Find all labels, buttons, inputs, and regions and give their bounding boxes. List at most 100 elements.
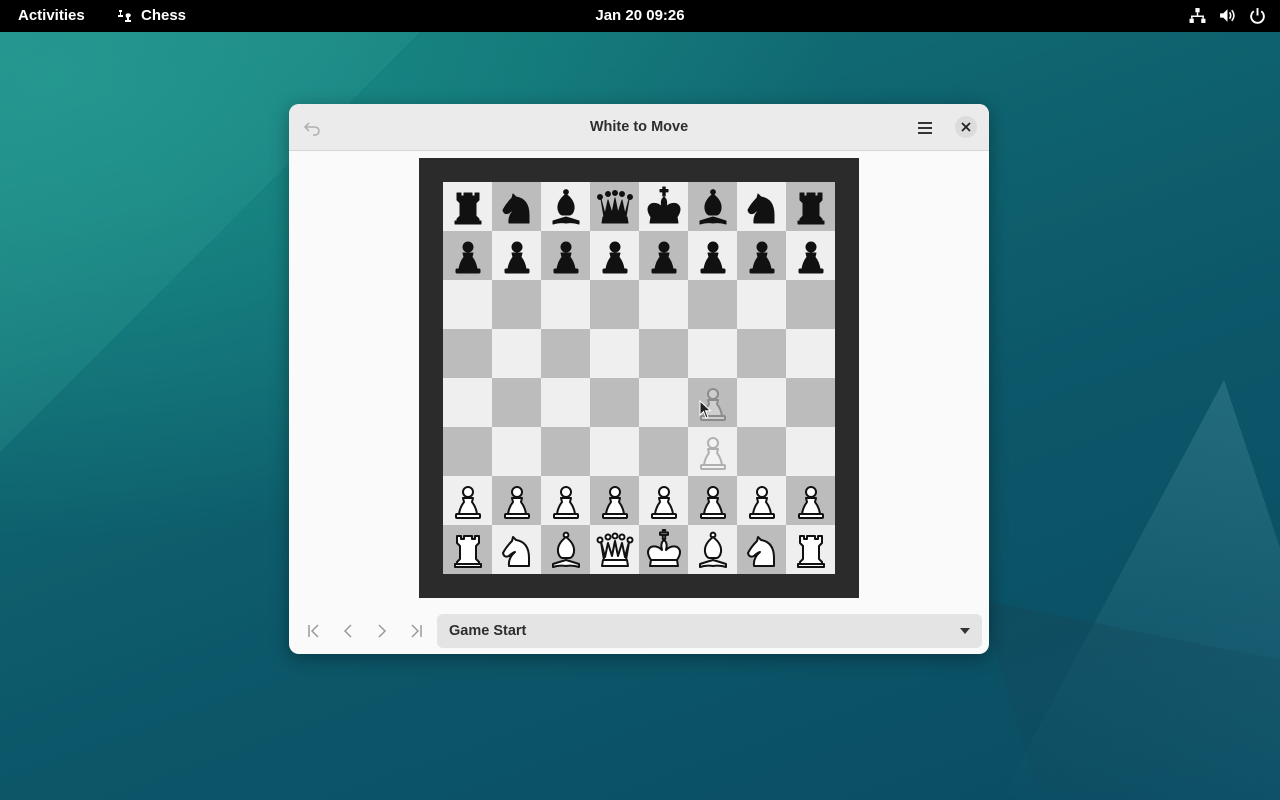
black-knight-icon[interactable]: [740, 185, 784, 229]
square-d7[interactable]: [590, 231, 639, 280]
square-b5[interactable]: [492, 329, 541, 378]
square-f3[interactable]: [688, 427, 737, 476]
square-g2[interactable]: [737, 476, 786, 525]
chess-board[interactable]: [443, 182, 835, 574]
hamburger-menu-icon[interactable]: [915, 118, 935, 138]
white-bishop-icon[interactable]: [544, 528, 588, 572]
square-g4[interactable]: [737, 378, 786, 427]
square-c6[interactable]: [541, 280, 590, 329]
square-g7[interactable]: [737, 231, 786, 280]
white-rook-icon[interactable]: [446, 528, 490, 572]
activities-button[interactable]: Activities: [18, 7, 85, 24]
black-pawn-icon[interactable]: [446, 234, 490, 278]
square-d1[interactable]: [590, 525, 639, 574]
black-pawn-icon[interactable]: [691, 234, 735, 278]
square-h1[interactable]: [786, 525, 835, 574]
white-knight-icon[interactable]: [495, 528, 539, 572]
square-g5[interactable]: [737, 329, 786, 378]
square-b2[interactable]: [492, 476, 541, 525]
white-pawn-icon[interactable]: [593, 479, 637, 523]
square-f7[interactable]: [688, 231, 737, 280]
history-dropdown[interactable]: Game Start: [437, 614, 982, 648]
white-pawn-icon[interactable]: [789, 479, 833, 523]
square-a5[interactable]: [443, 329, 492, 378]
square-h6[interactable]: [786, 280, 835, 329]
square-d4[interactable]: [590, 378, 639, 427]
white-pawn-icon[interactable]: [642, 479, 686, 523]
square-e8[interactable]: [639, 182, 688, 231]
power-icon[interactable]: [1249, 7, 1266, 24]
square-a1[interactable]: [443, 525, 492, 574]
system-tray[interactable]: [1189, 7, 1266, 24]
square-c7[interactable]: [541, 231, 590, 280]
white-rook-icon[interactable]: [789, 528, 833, 572]
square-f2[interactable]: [688, 476, 737, 525]
white-king-icon[interactable]: [642, 528, 686, 572]
white-knight-icon[interactable]: [740, 528, 784, 572]
clock[interactable]: Jan 20 09:26: [595, 7, 684, 24]
next-move-button[interactable]: [365, 614, 399, 648]
first-move-button[interactable]: [297, 614, 331, 648]
square-d2[interactable]: [590, 476, 639, 525]
square-h5[interactable]: [786, 329, 835, 378]
close-button[interactable]: [955, 116, 977, 138]
white-pawn-icon[interactable]: [544, 479, 588, 523]
black-pawn-icon[interactable]: [544, 234, 588, 278]
square-e6[interactable]: [639, 280, 688, 329]
white-bishop-icon[interactable]: [691, 528, 735, 572]
square-d3[interactable]: [590, 427, 639, 476]
square-e1[interactable]: [639, 525, 688, 574]
square-f1[interactable]: [688, 525, 737, 574]
previous-move-button[interactable]: [331, 614, 365, 648]
black-king-icon[interactable]: [642, 185, 686, 229]
black-queen-icon[interactable]: [593, 185, 637, 229]
square-a8[interactable]: [443, 182, 492, 231]
square-g1[interactable]: [737, 525, 786, 574]
square-b7[interactable]: [492, 231, 541, 280]
square-e3[interactable]: [639, 427, 688, 476]
square-a6[interactable]: [443, 280, 492, 329]
square-d6[interactable]: [590, 280, 639, 329]
square-e5[interactable]: [639, 329, 688, 378]
square-h4[interactable]: [786, 378, 835, 427]
black-rook-icon[interactable]: [446, 185, 490, 229]
square-a2[interactable]: [443, 476, 492, 525]
black-pawn-icon[interactable]: [495, 234, 539, 278]
white-queen-icon[interactable]: [593, 528, 637, 572]
black-bishop-icon[interactable]: [544, 185, 588, 229]
network-icon[interactable]: [1189, 7, 1206, 24]
black-pawn-icon[interactable]: [789, 234, 833, 278]
square-b3[interactable]: [492, 427, 541, 476]
square-h2[interactable]: [786, 476, 835, 525]
square-c8[interactable]: [541, 182, 590, 231]
square-h7[interactable]: [786, 231, 835, 280]
square-f6[interactable]: [688, 280, 737, 329]
square-e7[interactable]: [639, 231, 688, 280]
square-h3[interactable]: [786, 427, 835, 476]
square-b1[interactable]: [492, 525, 541, 574]
square-g8[interactable]: [737, 182, 786, 231]
square-c3[interactable]: [541, 427, 590, 476]
square-a3[interactable]: [443, 427, 492, 476]
app-menu-button[interactable]: Chess: [117, 7, 186, 24]
square-a7[interactable]: [443, 231, 492, 280]
square-d5[interactable]: [590, 329, 639, 378]
square-c4[interactable]: [541, 378, 590, 427]
black-pawn-icon[interactable]: [740, 234, 784, 278]
black-knight-icon[interactable]: [495, 185, 539, 229]
black-rook-icon[interactable]: [789, 185, 833, 229]
square-b4[interactable]: [492, 378, 541, 427]
square-d8[interactable]: [590, 182, 639, 231]
square-a4[interactable]: [443, 378, 492, 427]
square-f8[interactable]: [688, 182, 737, 231]
white-pawn-icon[interactable]: [446, 479, 490, 523]
square-b8[interactable]: [492, 182, 541, 231]
square-c5[interactable]: [541, 329, 590, 378]
white-pawn-icon[interactable]: [740, 479, 784, 523]
square-e2[interactable]: [639, 476, 688, 525]
white-pawn-icon[interactable]: [691, 479, 735, 523]
black-pawn-icon[interactable]: [593, 234, 637, 278]
square-g6[interactable]: [737, 280, 786, 329]
black-pawn-icon[interactable]: [642, 234, 686, 278]
square-b6[interactable]: [492, 280, 541, 329]
